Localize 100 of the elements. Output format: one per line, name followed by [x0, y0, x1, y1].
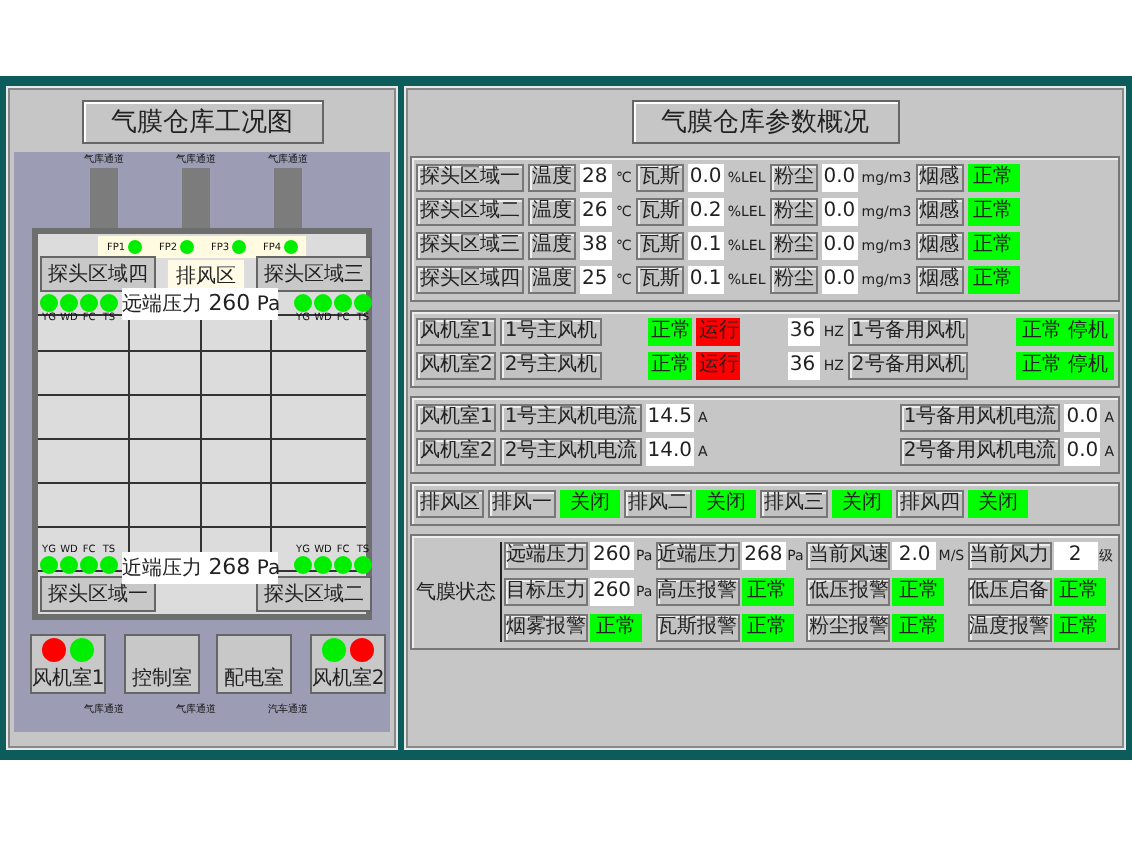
field-label: 2号备用风机电流: [899, 438, 1061, 466]
status-indicator: 关闭: [832, 490, 892, 518]
status-indicator: 正常: [967, 198, 1020, 226]
field-label: 瓦斯: [635, 266, 684, 294]
field-label: 瓦斯: [635, 164, 684, 192]
status-indicator: 正常: [1053, 578, 1106, 606]
status-indicator: 正常: [741, 578, 794, 606]
fan-label: 排风二: [624, 490, 692, 518]
status-indicator: 正常: [967, 232, 1020, 260]
status-indicator: 关闭: [968, 490, 1028, 518]
value-field: 26: [580, 198, 612, 226]
zone-label: 探头区域四: [416, 266, 524, 294]
fan-label: 1号主风机: [500, 318, 602, 346]
zone-label: 排风区: [416, 490, 484, 518]
value-field: 0.1: [687, 266, 724, 294]
value-field: 0.0: [1064, 438, 1101, 466]
panel-title: 气膜仓库参数概况: [631, 100, 899, 144]
field-label: 高压报警: [655, 578, 740, 606]
value-field: 0.0: [687, 164, 724, 192]
panel-title: 气膜仓库工况图: [81, 100, 323, 144]
field-label: 温度: [528, 164, 576, 192]
field-label: 粉尘: [769, 198, 818, 226]
status-indicator: 正常: [1053, 614, 1106, 642]
field-label: 瓦斯报警: [655, 614, 740, 642]
value-field: 268: [741, 542, 786, 570]
status-indicator: 正常 停机: [1015, 318, 1115, 346]
zone-label: 探头区域四: [40, 256, 156, 292]
fan-label: 排风四: [896, 490, 964, 518]
zone-label: 探头区域一: [416, 164, 524, 192]
status-indicator: 正常: [741, 614, 794, 642]
status-indicator: 正常: [648, 318, 693, 346]
value-field: 14.0: [645, 438, 695, 466]
value-field: 260: [590, 578, 634, 606]
room-label: 配电室: [224, 668, 284, 692]
field-label: 烟感: [915, 266, 964, 294]
zone-label: 探头区域三: [256, 256, 372, 292]
fan-label: 1号备用风机: [847, 318, 969, 346]
status-indicator: 正常: [648, 352, 693, 380]
field-label: 低压报警: [806, 578, 891, 606]
field-label: 烟感: [915, 232, 964, 260]
zone-label: 探头区域二: [416, 198, 524, 226]
status-indicator: 运行: [696, 352, 741, 380]
field-label: 粉尘: [769, 232, 818, 260]
field-label: 烟感: [915, 164, 964, 192]
field-label: 2号主风机电流: [500, 438, 642, 466]
value-field: 38: [580, 232, 612, 260]
field-label: 远端压力: [504, 542, 588, 570]
room-label: 风机室2: [416, 438, 497, 466]
status-indicator: 正常: [590, 614, 642, 642]
field-label: 粉尘: [769, 266, 818, 294]
field-label: 粉尘: [769, 164, 818, 192]
zone-label: 探头区域二: [256, 576, 372, 612]
status-indicator: 运行: [696, 318, 741, 346]
value-field: 36: [787, 352, 820, 380]
pressure-reading: 远端压力 260 Pa: [122, 288, 278, 320]
value-field: 0.1: [687, 232, 724, 260]
field-label: 1号备用风机电流: [899, 404, 1061, 432]
fan-label: 2号备用风机: [847, 352, 969, 380]
status-indicator: 正常: [967, 266, 1020, 294]
status-indicator: 正常: [892, 578, 945, 606]
field-label: 近端压力: [655, 542, 740, 570]
value-field: 28: [580, 164, 612, 192]
status-indicator: 正常 停机: [1015, 352, 1115, 380]
fan-label: 排风三: [760, 490, 828, 518]
field-label: 1号主风机电流: [500, 404, 642, 432]
fan-label: 排风一: [488, 490, 556, 518]
channel-passage: [90, 168, 118, 232]
field-label: 温度: [528, 232, 576, 260]
status-indicator: 关闭: [696, 490, 756, 518]
field-label: 烟雾报警: [504, 614, 588, 642]
field-label: 粉尘报警: [806, 614, 891, 642]
zone-label: 探头区域一: [40, 576, 156, 612]
field-label: 温度报警: [967, 614, 1052, 642]
fan-label: 2号主风机: [500, 352, 602, 380]
field-label: 目标压力: [504, 578, 588, 606]
room-label: 控制室: [132, 668, 192, 692]
value-field: 0.2: [687, 198, 724, 226]
field-label: 烟感: [915, 198, 964, 226]
value-field: 25: [580, 266, 612, 294]
value-field: 2: [1053, 542, 1098, 570]
field-label: 当前风速: [806, 542, 891, 570]
value-field: 2.0: [892, 542, 937, 570]
field-label: 瓦斯: [635, 198, 684, 226]
value-field: 0.0: [821, 266, 858, 294]
field-label: 低压启备: [967, 578, 1052, 606]
channel-passage: [182, 168, 210, 232]
value-field: 260: [590, 542, 634, 570]
room-label: 风机室1: [416, 404, 497, 432]
status-indicator: 正常: [967, 164, 1020, 192]
zone-label: 探头区域三: [416, 232, 524, 260]
room-label: 风机室2: [311, 668, 385, 692]
value-field: 0.0: [821, 198, 858, 226]
section-label: 气膜状态: [416, 542, 502, 642]
status-indicator: 正常: [892, 614, 945, 642]
room-label: 风机室2: [416, 352, 497, 380]
value-field: 36: [787, 318, 820, 346]
status-indicator: 关闭: [560, 490, 620, 518]
value-field: 0.0: [821, 232, 858, 260]
value-field: 0.0: [1064, 404, 1101, 432]
value-field: 14.5: [645, 404, 695, 432]
